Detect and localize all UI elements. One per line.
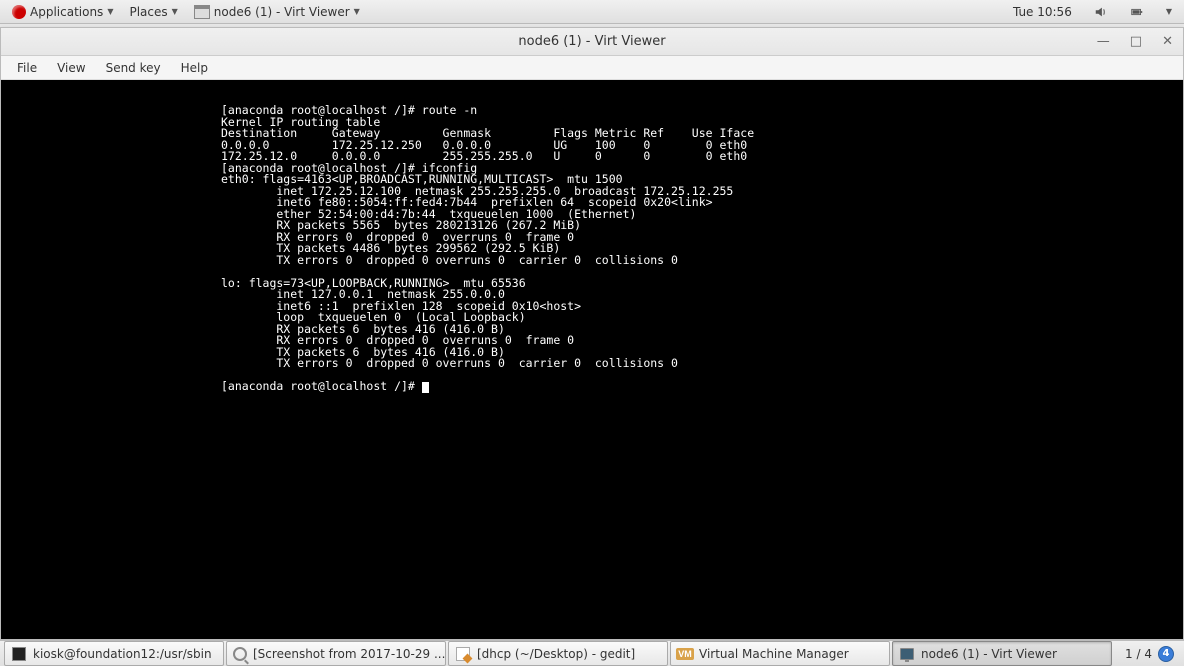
- clock[interactable]: Tue 10:56: [1007, 5, 1078, 19]
- battery-icon[interactable]: [1124, 5, 1150, 19]
- chevron-down-icon: ▼: [1166, 7, 1172, 16]
- chevron-down-icon: ▼: [354, 7, 360, 16]
- workspace-switcher[interactable]: 1 / 4 4: [1119, 641, 1180, 666]
- menu-help[interactable]: Help: [173, 59, 216, 77]
- close-button[interactable]: ✕: [1158, 32, 1177, 51]
- menu-sendkey[interactable]: Send key: [98, 59, 169, 77]
- terminal-output: [anaconda root@localhost /]# route -n Ke…: [1, 103, 1183, 393]
- workspace-label: 1 / 4: [1125, 647, 1152, 661]
- menubar: File View Send key Help: [1, 56, 1183, 80]
- taskbar-item[interactable]: node6 (1) - Virt Viewer: [892, 641, 1112, 666]
- taskbar-item[interactable]: VM Virtual Machine Manager: [670, 641, 890, 666]
- taskbar-item-label: node6 (1) - Virt Viewer: [921, 647, 1057, 661]
- taskbar-item[interactable]: kiosk@foundation12:/usr/sbin: [4, 641, 224, 666]
- taskbar-item[interactable]: [Screenshot from 2017-10-29 ...: [226, 641, 446, 666]
- chevron-down-icon: ▼: [107, 7, 113, 16]
- applications-menu[interactable]: Applications ▼: [6, 5, 119, 19]
- user-menu[interactable]: ▼: [1160, 7, 1178, 16]
- places-label: Places: [129, 5, 167, 19]
- volume-icon[interactable]: [1088, 5, 1114, 19]
- maximize-button[interactable]: □: [1126, 32, 1146, 51]
- magnifier-icon: [233, 646, 247, 662]
- virt-viewer-window: node6 (1) - Virt Viewer — □ ✕ File View …: [0, 27, 1184, 640]
- menu-file[interactable]: File: [9, 59, 45, 77]
- vmm-icon: VM: [677, 646, 693, 662]
- top-panel: Applications ▼ Places ▼ node6 (1) - Virt…: [0, 0, 1184, 24]
- menu-view[interactable]: View: [49, 59, 93, 77]
- window-title: node6 (1) - Virt Viewer: [518, 34, 665, 49]
- window-icon: [194, 5, 210, 19]
- taskbar-item-label: [dhcp (~/Desktop) - gedit]: [477, 647, 635, 661]
- clock-label: Tue 10:56: [1013, 5, 1072, 19]
- redhat-icon: [12, 5, 26, 19]
- bottom-taskbar: kiosk@foundation12:/usr/sbin [Screenshot …: [0, 640, 1184, 666]
- taskbar-item[interactable]: [dhcp (~/Desktop) - gedit]: [448, 641, 668, 666]
- applications-label: Applications: [30, 5, 103, 19]
- running-app-menu[interactable]: node6 (1) - Virt Viewer ▼: [188, 5, 366, 19]
- workspace-badge: 4: [1158, 646, 1174, 662]
- terminal-icon: [11, 646, 27, 662]
- taskbar-item-label: Virtual Machine Manager: [699, 647, 849, 661]
- gedit-icon: [455, 646, 471, 662]
- monitor-icon: [899, 646, 915, 662]
- taskbar-item-label: [Screenshot from 2017-10-29 ...: [253, 647, 445, 661]
- window-titlebar[interactable]: node6 (1) - Virt Viewer — □ ✕: [1, 28, 1183, 56]
- places-menu[interactable]: Places ▼: [123, 5, 183, 19]
- taskbar-item-label: kiosk@foundation12:/usr/sbin: [33, 647, 212, 661]
- minimize-button[interactable]: —: [1093, 32, 1114, 51]
- running-app-label: node6 (1) - Virt Viewer: [214, 5, 350, 19]
- chevron-down-icon: ▼: [172, 7, 178, 16]
- terminal-viewport[interactable]: [anaconda root@localhost /]# route -n Ke…: [1, 80, 1183, 639]
